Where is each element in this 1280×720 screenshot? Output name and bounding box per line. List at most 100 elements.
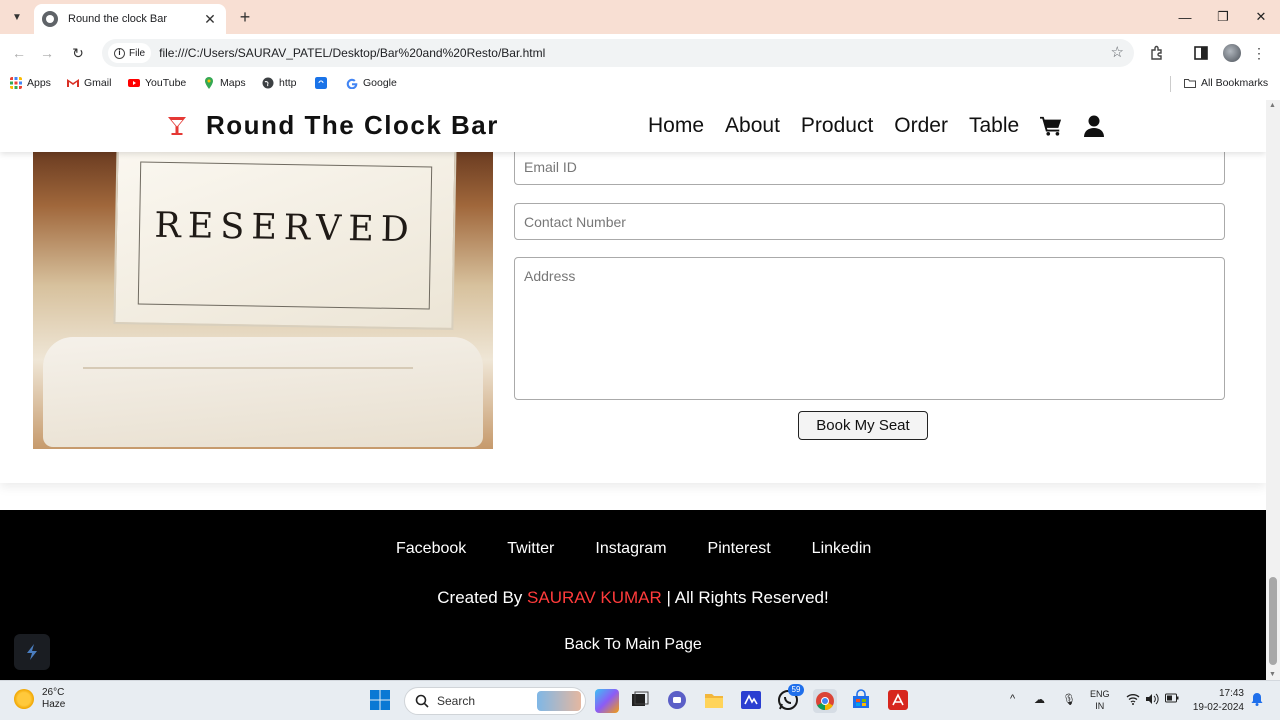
shopping-cart-icon[interactable] bbox=[1040, 115, 1062, 137]
bookmark-youtube[interactable]: YouTube bbox=[128, 77, 186, 89]
bookmark-maps[interactable]: Maps bbox=[203, 77, 246, 89]
task-view-icon[interactable] bbox=[629, 689, 653, 713]
taskbar-search[interactable]: Search bbox=[404, 687, 586, 715]
page-favicon-icon bbox=[42, 11, 58, 27]
pinterest-link[interactable]: Pinterest bbox=[708, 540, 771, 558]
chrome-icon[interactable] bbox=[813, 689, 837, 713]
reserved-card: RESERVED bbox=[113, 152, 457, 330]
bookmark-label: Google bbox=[363, 77, 397, 89]
nav-table[interactable]: Table bbox=[969, 114, 1019, 138]
bookmark-apps[interactable]: Apps bbox=[10, 77, 51, 89]
nav-about[interactable]: About bbox=[725, 114, 780, 138]
nav-order[interactable]: Order bbox=[894, 114, 948, 138]
credit-suffix: | All Rights Reserved! bbox=[666, 588, 829, 607]
notification-bell-icon[interactable] bbox=[1251, 692, 1263, 709]
bookmark-http[interactable]: http bbox=[262, 77, 297, 89]
side-panel-icon[interactable] bbox=[1190, 42, 1212, 64]
app-icon bbox=[315, 77, 327, 89]
instagram-link[interactable]: Instagram bbox=[595, 540, 666, 558]
bookmark-gmail[interactable]: Gmail bbox=[67, 77, 111, 89]
close-tab-icon[interactable]: ✕ bbox=[202, 11, 218, 28]
forward-arrow-icon[interactable]: → bbox=[36, 42, 58, 64]
linkedin-link[interactable]: Linkedin bbox=[812, 540, 872, 558]
system-clock[interactable]: 17:43 19-02-2024 bbox=[1190, 687, 1244, 715]
show-hidden-icons-chevron-icon[interactable]: ^ bbox=[1010, 693, 1015, 705]
book-my-seat-button[interactable]: Book My Seat bbox=[798, 411, 928, 440]
language-indicator[interactable]: ENG IN bbox=[1090, 688, 1110, 712]
microsoft-store-icon[interactable] bbox=[850, 689, 874, 713]
brand-name: Round The Clock Bar bbox=[206, 110, 499, 140]
acrobat-reader-icon[interactable] bbox=[887, 689, 911, 713]
reload-icon[interactable]: ↻ bbox=[67, 42, 89, 64]
user-account-icon[interactable] bbox=[1084, 115, 1106, 137]
credit-author: SAURAV KUMAR bbox=[527, 588, 662, 607]
maps-pin-icon bbox=[205, 77, 213, 89]
more-menu-icon[interactable]: ⋮ bbox=[1248, 42, 1270, 64]
bookmark-app[interactable] bbox=[315, 77, 332, 89]
bookmarks-separator bbox=[1170, 76, 1171, 92]
windows-start-icon[interactable] bbox=[369, 689, 393, 713]
tab-search-chevron-icon[interactable]: ▼ bbox=[6, 6, 28, 28]
editor-app-icon[interactable] bbox=[740, 689, 764, 713]
url-text[interactable]: file:///C:/Users/SAURAV_PATEL/Desktop/Ba… bbox=[159, 46, 545, 60]
windows-taskbar: 26°C Haze Search 59 ^ ☁ 🎙 ENG IN 17:43 1… bbox=[0, 680, 1280, 720]
onedrive-cloud-icon[interactable]: ☁ bbox=[1034, 693, 1045, 706]
minimize-window-icon[interactable]: — bbox=[1170, 4, 1200, 30]
facebook-link[interactable]: Facebook bbox=[396, 540, 466, 558]
bookmarks-bar: Apps Gmail YouTube Maps http Google All … bbox=[0, 72, 1280, 96]
copilot-icon[interactable] bbox=[595, 689, 619, 713]
scroll-up-arrow-icon[interactable]: ▲ bbox=[1269, 102, 1276, 109]
file-explorer-icon[interactable] bbox=[703, 689, 727, 713]
weather-widget[interactable]: 26°C Haze bbox=[14, 687, 65, 711]
back-to-main-link[interactable]: Back To Main Page bbox=[0, 636, 1266, 654]
profile-avatar[interactable] bbox=[1223, 44, 1241, 62]
all-bookmarks-button[interactable]: All Bookmarks bbox=[1184, 77, 1268, 89]
scrollbar-thumb[interactable] bbox=[1269, 577, 1277, 665]
copyright-credit: Created By SAURAV KUMAR | All Rights Res… bbox=[0, 588, 1266, 608]
brand[interactable]: Round The Clock Bar bbox=[166, 110, 499, 141]
battery-icon[interactable] bbox=[1165, 693, 1179, 706]
all-bookmarks-label: All Bookmarks bbox=[1201, 77, 1269, 89]
extensions-puzzle-icon[interactable] bbox=[1146, 42, 1168, 64]
cocktail-glass-icon bbox=[168, 116, 186, 135]
volume-icon[interactable] bbox=[1145, 693, 1159, 708]
language-region: IN bbox=[1095, 701, 1105, 711]
reserved-table-image: RESERVED bbox=[33, 152, 493, 449]
nav-product[interactable]: Product bbox=[801, 114, 873, 138]
address-bar[interactable]: i File file:///C:/Users/SAURAV_PATEL/Des… bbox=[102, 39, 1134, 67]
teams-chat-icon[interactable] bbox=[666, 689, 690, 713]
close-window-icon[interactable]: ✕ bbox=[1246, 4, 1276, 30]
contact-number-field[interactable]: Contact Number bbox=[514, 203, 1225, 240]
twitter-link[interactable]: Twitter bbox=[507, 540, 554, 558]
new-tab-plus-icon[interactable]: + bbox=[234, 6, 256, 28]
tab-title: Round the clock Bar bbox=[68, 13, 168, 25]
maximize-window-icon[interactable]: ❐ bbox=[1208, 4, 1238, 30]
scroll-down-arrow-icon[interactable]: ▼ bbox=[1269, 671, 1276, 678]
site-info-label: File bbox=[129, 47, 146, 59]
browser-toolbar: ← → ↻ i File file:///C:/Users/SAURAV_PAT… bbox=[0, 34, 1280, 72]
whatsapp-notification-badge: 59 bbox=[788, 684, 804, 696]
email-field[interactable]: Email ID bbox=[514, 148, 1225, 185]
site-header: Round The Clock Bar Home About Product O… bbox=[0, 100, 1266, 152]
social-links: Facebook Twitter Instagram Pinterest Lin… bbox=[396, 540, 912, 558]
bookmark-google[interactable]: Google bbox=[346, 77, 397, 89]
browser-tabstrip: ▼ Round the clock Bar ✕ + — ❐ ✕ bbox=[0, 0, 1280, 34]
weather-condition: Haze bbox=[42, 699, 66, 710]
page-scrollbar[interactable]: ▲ ▼ bbox=[1266, 100, 1280, 680]
back-arrow-icon[interactable]: ← bbox=[8, 42, 30, 64]
nav-home[interactable]: Home bbox=[648, 114, 704, 138]
reserved-card-text: RESERVED bbox=[154, 205, 417, 251]
table-booking-section: RESERVED Email ID Contact Number Address… bbox=[0, 100, 1266, 483]
main-nav: Home About Product Order Table bbox=[648, 114, 1128, 138]
wifi-icon[interactable] bbox=[1126, 693, 1140, 708]
site-info-chip[interactable]: i File bbox=[108, 43, 152, 63]
microphone-icon[interactable]: 🎙 bbox=[1062, 693, 1076, 706]
napkin-shape bbox=[43, 337, 483, 447]
address-textarea[interactable]: Address bbox=[514, 257, 1225, 400]
floating-extension-icon[interactable] bbox=[14, 634, 50, 670]
email-placeholder: Email ID bbox=[524, 158, 577, 175]
browser-tab-active[interactable]: Round the clock Bar ✕ bbox=[34, 4, 226, 34]
bookmark-star-icon[interactable]: ☆ bbox=[1111, 43, 1124, 61]
haze-sun-icon bbox=[14, 689, 34, 709]
site-footer: Facebook Twitter Instagram Pinterest Lin… bbox=[0, 510, 1266, 680]
